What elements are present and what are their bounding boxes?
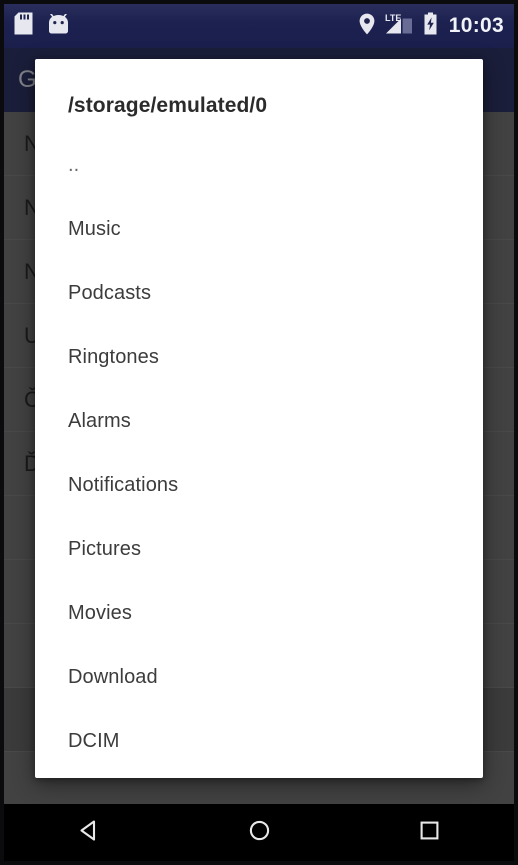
list-item-label: Movies: [68, 601, 132, 624]
recents-square-icon: [417, 818, 442, 848]
list-item[interactable]: Pictures: [35, 517, 483, 581]
list-item-label: Podcasts: [68, 281, 152, 304]
directory-chooser-dialog: /storage/emulated/0 .. Music Podcasts Ri…: [35, 59, 483, 778]
phone-screen: G N N N U Č Ď LTE 10:03 /storage/emulate…: [4, 4, 514, 861]
list-item[interactable]: DCIM: [35, 709, 483, 773]
list-item-label: DCIM: [68, 729, 120, 752]
lte-signal-icon: LTE: [384, 12, 414, 40]
list-item-label: Alarms: [68, 409, 131, 432]
dialog-title: /storage/emulated/0: [68, 94, 268, 117]
navigation-bar: [4, 804, 514, 861]
list-item[interactable]: Download: [35, 645, 483, 709]
status-bar-clock: 10:03: [448, 14, 504, 37]
list-item-parent-directory[interactable]: ..: [35, 133, 483, 197]
home-button[interactable]: [226, 804, 292, 861]
back-triangle-icon: [77, 818, 102, 848]
list-item[interactable]: Movies: [35, 581, 483, 645]
status-bar-left-icons: [14, 12, 70, 40]
list-item[interactable]: Alarms: [35, 389, 483, 453]
android-head-icon: [47, 12, 70, 39]
directory-list[interactable]: .. Music Podcasts Ringtones Alarms Notif…: [35, 133, 483, 778]
list-item-label: Pictures: [68, 537, 142, 560]
list-item[interactable]: Ringtones: [35, 325, 483, 389]
back-button[interactable]: [56, 804, 122, 861]
list-item-label: Download: [68, 665, 158, 688]
status-bar-right-icons: LTE 10:03: [359, 12, 504, 40]
device-frame: G N N N U Č Ď LTE 10:03 /storage/emulate…: [0, 0, 518, 865]
battery-charging-icon: [423, 12, 438, 40]
sd-card-icon: [14, 12, 33, 40]
list-item-label: ..: [68, 153, 80, 176]
location-pin-icon: [359, 13, 375, 40]
list-item-label: Ringtones: [68, 345, 159, 368]
list-item-label: Notifications: [68, 473, 179, 496]
list-item[interactable]: Podcasts: [35, 261, 483, 325]
home-circle-icon: [247, 818, 272, 848]
recents-button[interactable]: [396, 804, 462, 861]
status-bar: LTE 10:03: [4, 4, 514, 48]
list-item[interactable]: Music: [35, 197, 483, 261]
list-item-label: Music: [68, 217, 121, 240]
list-item[interactable]: Notifications: [35, 453, 483, 517]
